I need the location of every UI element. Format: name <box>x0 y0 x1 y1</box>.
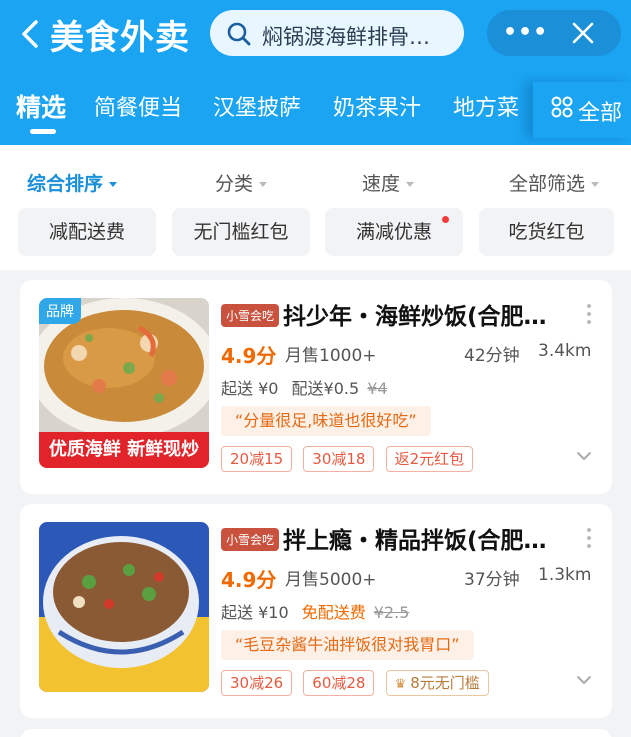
tab-all-label: 全部 <box>578 101 623 126</box>
store-name[interactable]: 拌上瘾・精品拌饭(合肥… <box>283 521 579 555</box>
coupon-list: 20减15 30减18 返2元红包 <box>221 446 479 472</box>
sort-label: 综合排序 <box>27 173 104 195</box>
tab-all-button[interactable]: 全部 <box>533 82 631 138</box>
caret-down-icon <box>259 182 268 187</box>
coupon-tag: 30减26 <box>221 670 293 696</box>
coupon-tag: 返2元红包 <box>385 446 474 472</box>
member-tag: 小雪会吃 <box>221 304 280 327</box>
fee-line: 起送 ¥0 配送¥0.5 ¥4 <box>221 375 396 399</box>
store-card[interactable]: 小雪会吃 拌上瘾・精品拌饭(合肥… 4.9分 月售5000+ 37分钟 1.3k… <box>20 504 612 718</box>
sort-speed[interactable]: 速度 <box>362 169 415 196</box>
brand-badge: 品牌 <box>39 298 81 324</box>
grid-icon <box>551 96 573 118</box>
tab-burger-pizza[interactable]: 汉堡披萨 <box>213 90 301 122</box>
delivery-time: 42分钟 <box>464 346 520 366</box>
member-tag: 小雪会吃 <box>221 528 280 551</box>
min-order: 起送 ¥10 <box>221 603 289 622</box>
original-delivery-fee: ¥2.5 <box>373 603 410 622</box>
close-icon[interactable] <box>571 21 595 45</box>
coupon-tag: 30减18 <box>303 446 375 472</box>
sort-label: 速度 <box>362 173 401 195</box>
active-tab-indicator <box>30 129 56 134</box>
coupon-list: 30减26 60减28 ♛ 8元无门槛 <box>221 670 495 696</box>
notification-dot <box>442 216 449 223</box>
chip-discount[interactable]: 满减优惠 <box>325 208 463 256</box>
thumbnail-banner: 优质海鲜 新鲜现炒 <box>39 432 209 468</box>
header-bar: 美食外卖 焖锅渡海鲜排骨… ••• 精选 简餐便当 汉堡披萨 奶茶果汁 地方菜 <box>0 0 631 145</box>
gold-coupon-label: 8元无门槛 <box>410 674 480 692</box>
chip-reduced-delivery[interactable]: 减配送费 <box>18 208 156 256</box>
chip-label: 满减优惠 <box>355 221 432 243</box>
caret-down-icon <box>591 182 600 187</box>
category-tabs: 精选 简餐便当 汉堡披萨 奶茶果汁 地方菜 全部 <box>0 82 631 142</box>
distance: 3.4km <box>538 341 592 361</box>
monthly-sales: 月售1000+ <box>285 346 377 366</box>
fee-line: 起送 ¥10 免配送费 ¥2.5 <box>221 599 417 623</box>
filter-section: 综合排序 分类 速度 全部筛选 减配送费 无门槛红包 满减优惠 吃货红包 <box>0 145 631 270</box>
vertical-more-icon[interactable] <box>586 302 592 326</box>
min-order: 起送 ¥0 <box>221 379 279 398</box>
chip-foodie-coupon[interactable]: 吃货红包 <box>479 208 614 256</box>
tab-bento[interactable]: 简餐便当 <box>94 90 182 122</box>
review-quote: “毛豆杂酱牛油拌饭很对我胃口” <box>221 630 474 660</box>
tab-tea-juice[interactable]: 奶茶果汁 <box>333 90 421 122</box>
store-rating: 4.9分 <box>221 344 277 368</box>
mixed-rice-bowl-image <box>39 522 209 692</box>
caret-down-icon <box>109 182 118 187</box>
delivery-time: 37分钟 <box>464 570 520 590</box>
chip-no-threshold-coupon[interactable]: 无门槛红包 <box>172 208 310 256</box>
store-thumbnail: 品牌 优质海鲜 新鲜现炒 <box>39 298 209 468</box>
delivery-fee: 配送¥0.5 <box>291 379 360 398</box>
crown-icon: ♛ <box>394 677 407 692</box>
sort-all-filters[interactable]: 全部筛选 <box>509 169 600 196</box>
free-delivery: 免配送费 <box>301 603 366 622</box>
more-icon[interactable]: ••• <box>503 20 547 46</box>
coupon-tag: 60减28 <box>303 670 375 696</box>
sort-comprehensive[interactable]: 综合排序 <box>27 169 118 196</box>
tab-local-cuisine[interactable]: 地方菜 <box>453 90 519 122</box>
monthly-sales: 月售5000+ <box>285 570 377 590</box>
coupon-tag: 20减15 <box>221 446 293 472</box>
tab-featured[interactable]: 精选 <box>16 88 66 124</box>
page-title: 美食外卖 <box>50 18 190 58</box>
store-thumbnail <box>39 522 209 692</box>
vertical-more-icon[interactable] <box>586 526 592 550</box>
review-quote: “分量很足,味道也很好吃” <box>221 406 431 436</box>
next-store-card[interactable] <box>20 729 612 737</box>
search-box[interactable]: 焖锅渡海鲜排骨… <box>210 10 464 56</box>
chevron-down-icon[interactable] <box>576 450 592 462</box>
gold-coupon-tag: ♛ 8元无门槛 <box>385 670 489 696</box>
store-name[interactable]: 抖少年・海鲜炒饭(合肥… <box>283 297 579 331</box>
miniapp-capsule: ••• <box>487 10 621 56</box>
sort-label: 全部筛选 <box>509 173 586 195</box>
chevron-down-icon[interactable] <box>576 674 592 686</box>
back-arrow-icon[interactable] <box>14 16 46 52</box>
sort-label: 分类 <box>215 173 254 195</box>
search-input[interactable]: 焖锅渡海鲜排骨… <box>262 21 452 51</box>
search-icon <box>227 22 251 46</box>
caret-down-icon <box>406 182 415 187</box>
distance: 1.3km <box>538 565 592 585</box>
store-rating: 4.9分 <box>221 568 277 592</box>
store-card[interactable]: 品牌 优质海鲜 新鲜现炒 小雪会吃 抖少年・海鲜炒饭(合肥… 4.9分 月售10… <box>20 280 612 494</box>
sort-category[interactable]: 分类 <box>215 169 268 196</box>
original-delivery-fee: ¥4 <box>367 379 388 398</box>
